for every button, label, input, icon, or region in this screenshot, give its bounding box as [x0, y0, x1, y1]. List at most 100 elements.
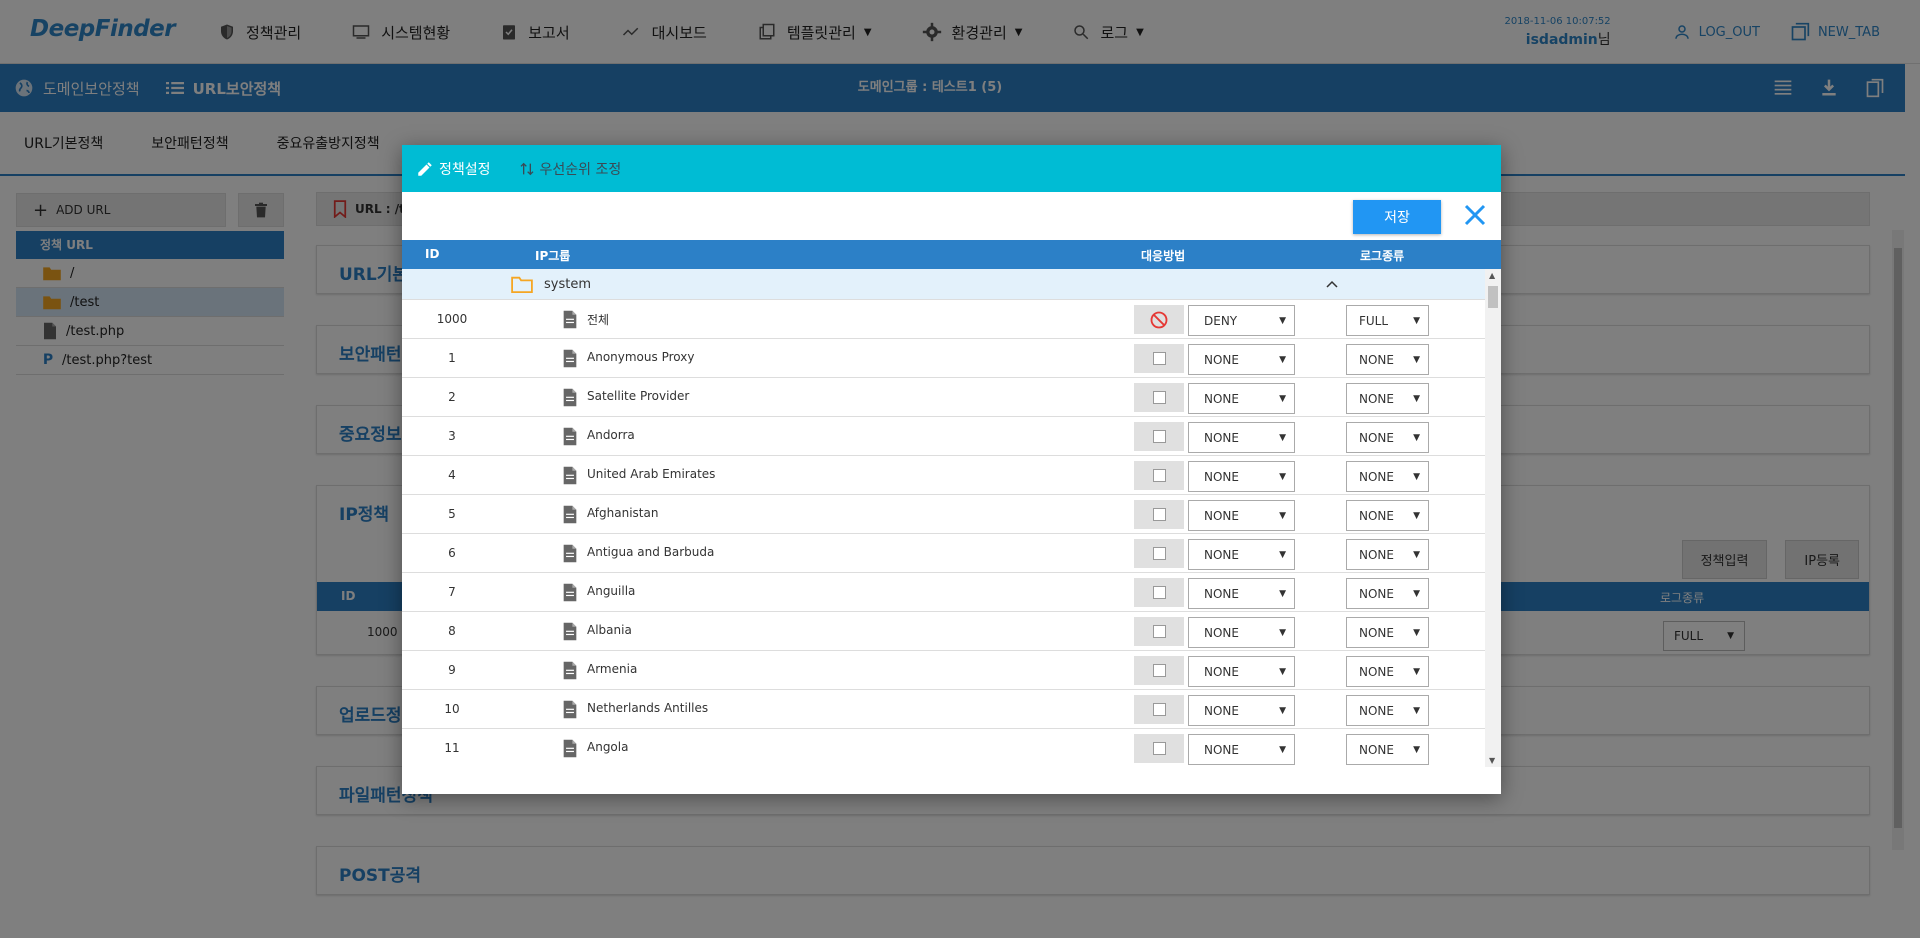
- log-type-select[interactable]: NONE ▼: [1346, 461, 1429, 492]
- log-type-select[interactable]: NONE ▼: [1346, 695, 1429, 726]
- row-name: Afghanistan: [587, 506, 659, 520]
- select-value: FULL: [1359, 313, 1389, 328]
- select-value: NONE: [1359, 508, 1394, 523]
- tab-policy-settings[interactable]: 정책설정: [416, 159, 491, 179]
- modal-scrollbar[interactable]: ▲ ▼: [1485, 269, 1501, 767]
- table-row: 10 Netherlands Antilles NONE ▼ NONE ▼: [402, 690, 1485, 729]
- scroll-down-icon[interactable]: ▼: [1489, 756, 1495, 765]
- row-id: 6: [448, 546, 456, 560]
- chevron-up-icon[interactable]: [1326, 277, 1338, 291]
- caret-down-icon: ▼: [1413, 432, 1420, 443]
- action-select[interactable]: NONE ▼: [1188, 578, 1295, 609]
- action-select[interactable]: NONE ▼: [1188, 695, 1295, 726]
- enable-checkbox[interactable]: [1134, 422, 1184, 451]
- row-name: Antigua and Barbuda: [587, 545, 715, 559]
- log-type-select[interactable]: NONE ▼: [1346, 344, 1429, 375]
- enable-checkbox[interactable]: [1134, 656, 1184, 685]
- save-button[interactable]: 저장: [1353, 200, 1441, 234]
- sort-arrows-icon: [520, 162, 534, 175]
- select-value: NONE: [1204, 664, 1239, 679]
- row-id: 9: [448, 663, 456, 677]
- enable-checkbox[interactable]: [1134, 500, 1184, 529]
- action-select[interactable]: NONE ▼: [1188, 656, 1295, 687]
- select-value: NONE: [1204, 352, 1239, 367]
- caret-down-icon: ▼: [1279, 744, 1286, 755]
- col-ip-group: IP그룹: [535, 249, 571, 263]
- log-type-select[interactable]: NONE ▼: [1346, 422, 1429, 453]
- checkbox-box: [1152, 508, 1166, 521]
- select-value: NONE: [1359, 625, 1394, 640]
- table-row: 1000 전체 DENY ▼ FULL ▼: [402, 300, 1485, 339]
- action-select[interactable]: NONE ▼: [1188, 422, 1295, 453]
- row-id: 2: [448, 390, 456, 404]
- ip-policy-modal: 정책설정 우선순위 조정 저장 ID IP그룹 대응방법 로그종류 system…: [402, 145, 1501, 794]
- caret-down-icon: ▼: [1279, 627, 1286, 638]
- file-icon: [562, 700, 578, 723]
- file-icon: [562, 505, 578, 528]
- caret-down-icon: ▼: [1279, 393, 1286, 404]
- enable-checkbox[interactable]: [1134, 695, 1184, 724]
- action-select[interactable]: NONE ▼: [1188, 539, 1295, 570]
- deny-toggle[interactable]: [1134, 305, 1184, 334]
- select-value: NONE: [1359, 703, 1394, 718]
- row-name: Angola: [587, 740, 629, 754]
- enable-checkbox[interactable]: [1134, 461, 1184, 490]
- action-select[interactable]: NONE ▼: [1188, 500, 1295, 531]
- row-id: 1: [448, 351, 456, 365]
- log-type-select[interactable]: NONE ▼: [1346, 617, 1429, 648]
- action-select[interactable]: NONE ▼: [1188, 344, 1295, 375]
- folder-outline-icon: [511, 275, 533, 297]
- caret-down-icon: ▼: [1279, 705, 1286, 716]
- table-row: 11 Angola NONE ▼ NONE ▼: [402, 729, 1485, 767]
- enable-checkbox[interactable]: [1134, 734, 1184, 763]
- file-icon: [562, 544, 578, 567]
- checkbox-box: [1152, 703, 1166, 716]
- checkbox-box: [1152, 547, 1166, 560]
- row-id: 5: [448, 507, 456, 521]
- table-row: 7 Anguilla NONE ▼ NONE ▼: [402, 573, 1485, 612]
- checkbox-box: [1152, 469, 1166, 482]
- enable-checkbox[interactable]: [1134, 383, 1184, 412]
- enable-checkbox[interactable]: [1134, 539, 1184, 568]
- action-select[interactable]: DENY ▼: [1188, 305, 1295, 336]
- row-id: 8: [448, 624, 456, 638]
- row-name: Albania: [587, 623, 632, 637]
- caret-down-icon: ▼: [1413, 744, 1420, 755]
- select-value: NONE: [1204, 625, 1239, 640]
- enable-checkbox[interactable]: [1134, 617, 1184, 646]
- caret-down-icon: ▼: [1413, 510, 1420, 521]
- log-type-select[interactable]: NONE ▼: [1346, 734, 1429, 765]
- tab-priority-adjust[interactable]: 우선순위 조정: [519, 159, 621, 179]
- select-value: NONE: [1204, 703, 1239, 718]
- close-button[interactable]: [1463, 203, 1487, 227]
- action-select[interactable]: NONE ▼: [1188, 617, 1295, 648]
- caret-down-icon: ▼: [1279, 666, 1286, 677]
- log-type-select[interactable]: NONE ▼: [1346, 500, 1429, 531]
- enable-checkbox[interactable]: [1134, 578, 1184, 607]
- select-value: NONE: [1204, 547, 1239, 562]
- log-type-select[interactable]: NONE ▼: [1346, 578, 1429, 609]
- scrollbar-thumb[interactable]: [1488, 286, 1498, 308]
- group-row[interactable]: system: [402, 269, 1485, 300]
- log-type-select[interactable]: NONE ▼: [1346, 383, 1429, 414]
- log-type-select[interactable]: FULL ▼: [1346, 305, 1429, 336]
- caret-down-icon: ▼: [1413, 315, 1420, 326]
- log-type-select[interactable]: NONE ▼: [1346, 656, 1429, 687]
- log-type-select[interactable]: NONE ▼: [1346, 539, 1429, 570]
- caret-down-icon: ▼: [1413, 627, 1420, 638]
- caret-down-icon: ▼: [1279, 549, 1286, 560]
- table-row: 8 Albania NONE ▼ NONE ▼: [402, 612, 1485, 651]
- modal-toolbar: 저장: [402, 192, 1501, 240]
- scroll-up-icon[interactable]: ▲: [1489, 271, 1495, 280]
- file-icon: [562, 349, 578, 372]
- row-id: 11: [444, 741, 460, 755]
- caret-down-icon: ▼: [1413, 354, 1420, 365]
- action-select[interactable]: NONE ▼: [1188, 461, 1295, 492]
- action-select[interactable]: NONE ▼: [1188, 734, 1295, 765]
- modal-header: 정책설정 우선순위 조정: [402, 145, 1501, 192]
- row-name: United Arab Emirates: [587, 467, 716, 481]
- select-value: NONE: [1359, 586, 1394, 601]
- action-select[interactable]: NONE ▼: [1188, 383, 1295, 414]
- caret-down-icon: ▼: [1413, 705, 1420, 716]
- enable-checkbox[interactable]: [1134, 344, 1184, 373]
